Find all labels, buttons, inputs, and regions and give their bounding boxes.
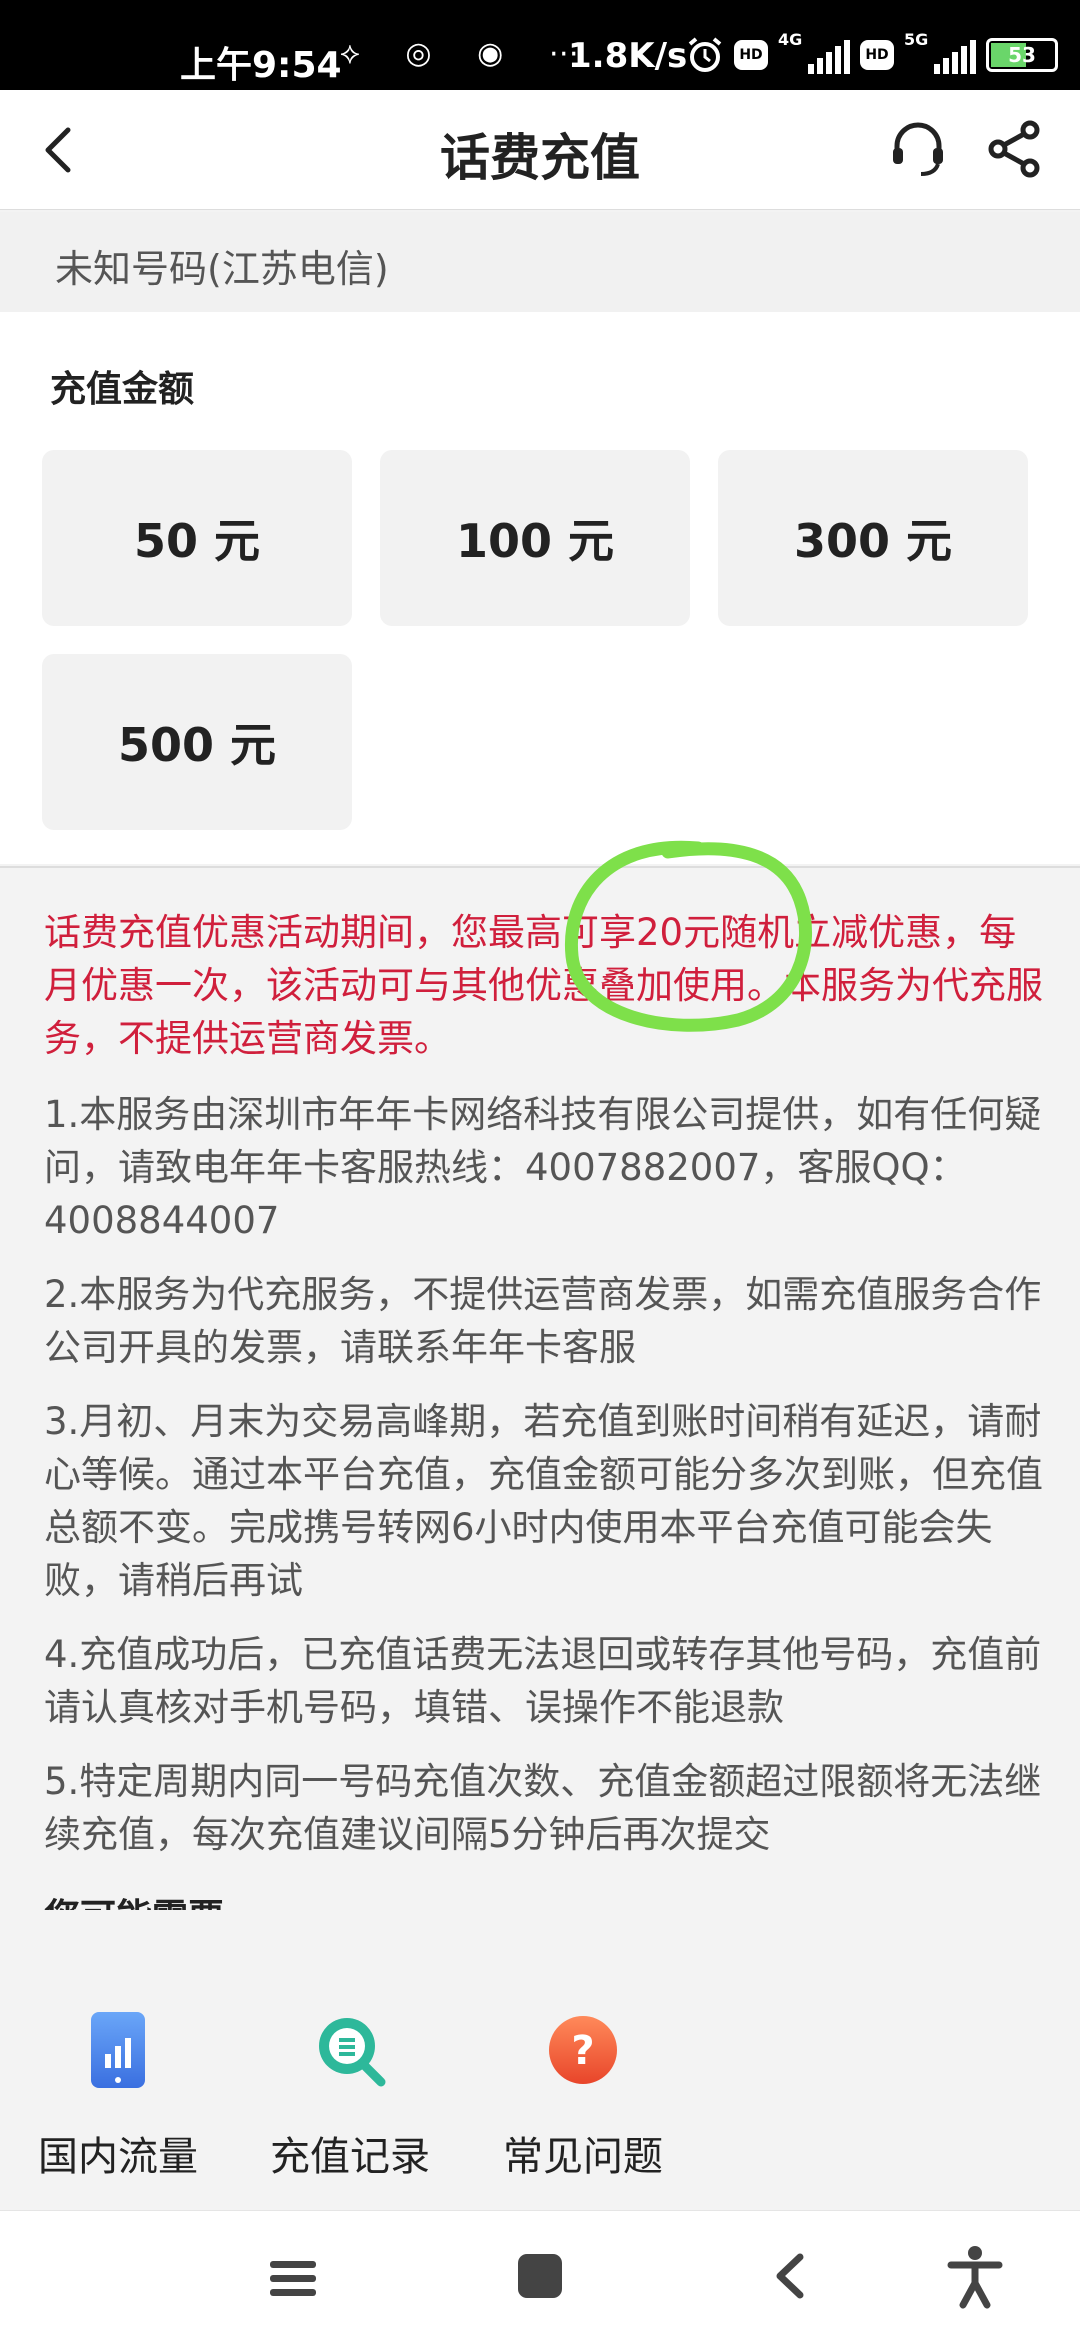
quick-link-records[interactable]: 充值记录 (250, 1910, 450, 2182)
svg-text:?: ? (571, 2028, 594, 2074)
battery-icon: 53 (986, 38, 1058, 72)
status-right: HD 4G HD 5G 53 (686, 30, 1058, 74)
amount-option-100[interactable]: 100 元 (380, 450, 690, 626)
rule-item: 5.特定周期内同一号码充值次数、充值金额超过限额将无法继续充值，每次充值建议间隔… (44, 1760, 1042, 1856)
phone-number-row[interactable]: 未知号码(江苏电信) (0, 212, 1080, 312)
hd-badge: HD (860, 40, 894, 70)
nav-back-icon[interactable] (770, 2251, 810, 2301)
quick-link-label: 国内流量 (38, 2134, 198, 2180)
rule-item: 3.月初、月末为交易高峰期，若充值到账时间稍有延迟，请耐心等候。通过本平台充值，… (44, 1400, 1043, 1602)
home-icon[interactable] (515, 2251, 565, 2301)
quick-links: 国内流量 充值记录 ? 常见问题 (0, 1910, 1080, 2210)
alarm-icon (688, 37, 722, 72)
data-usage-icon (91, 2012, 145, 2088)
phone-number-label: 未知号码(江苏电信) (55, 247, 389, 291)
signal-bars-icon (934, 40, 976, 74)
question-icon: ? (549, 2016, 617, 2084)
amount-section-title: 充值金额 (50, 369, 195, 410)
network-type-label: 4G (778, 30, 803, 49)
hd-badge: HD (734, 40, 768, 70)
rule-item: 2.本服务为代充服务，不提供运营商发票，如需充值服务合作公司开具的发票，请联系年… (44, 1273, 1042, 1369)
signal-4g: 4G (778, 30, 850, 74)
status-time: 上午9:54 (180, 45, 342, 86)
accessibility-icon[interactable] (945, 2245, 1005, 2309)
network-type-label: 5G (904, 30, 929, 49)
rule-item: 1.本服务由深圳市年年卡网络科技有限公司提供，如有任何疑问，请致电年年卡客服热线… (44, 1093, 1042, 1242)
amount-option-50[interactable]: 50 元 (42, 450, 352, 626)
promo-text: 话费充值优惠活动期间，您最高可享20元随机立减优惠，每月优惠一次，该活动可与其他… (44, 911, 1043, 1060)
rule-item: 4.充值成功后，已充值话费无法退回或转存其他号码，充值前请认真核对手机号码，填错… (44, 1633, 1042, 1729)
share-icon[interactable] (982, 116, 1048, 182)
system-nav-bar (0, 2210, 1080, 2340)
signal-bars-icon (808, 40, 850, 74)
record-search-icon (319, 2018, 386, 2087)
quick-link-label: 常见问题 (503, 2134, 663, 2180)
amount-option-500[interactable]: 500 元 (42, 654, 352, 830)
app-header: 话费充值 (0, 90, 1080, 210)
network-speed: 1.8K/s (568, 36, 688, 76)
amount-panel: 充值金额 50 元 100 元 300 元 500 元 (0, 312, 1080, 864)
notice-section: 话费充值优惠活动期间，您最高可享20元随机立减优惠，每月优惠一次，该活动可与其他… (0, 866, 1080, 1938)
rules-list: 1.本服务由深圳市年年卡网络科技有限公司提供，如有任何疑问，请致电年年卡客服热线… (44, 1088, 1044, 1882)
quick-link-faq[interactable]: ? 常见问题 (483, 1910, 683, 2182)
battery-level: 53 (1008, 43, 1036, 67)
amount-option-300[interactable]: 300 元 (718, 450, 1028, 626)
recent-apps-icon[interactable] (268, 2259, 318, 2299)
quick-link-label: 充值记录 (270, 2134, 430, 2180)
notification-icons: ⟡ ◎ ◉ ⋯ (340, 36, 597, 71)
customer-service-icon[interactable] (885, 116, 951, 182)
quick-link-data[interactable]: 国内流量 (18, 1910, 218, 2182)
status-bar: 上午9:54 ⟡ ◎ ◉ ⋯ 1.8K/s HD 4G HD 5G 53 (0, 0, 1080, 90)
signal-5g: 5G (904, 30, 976, 74)
